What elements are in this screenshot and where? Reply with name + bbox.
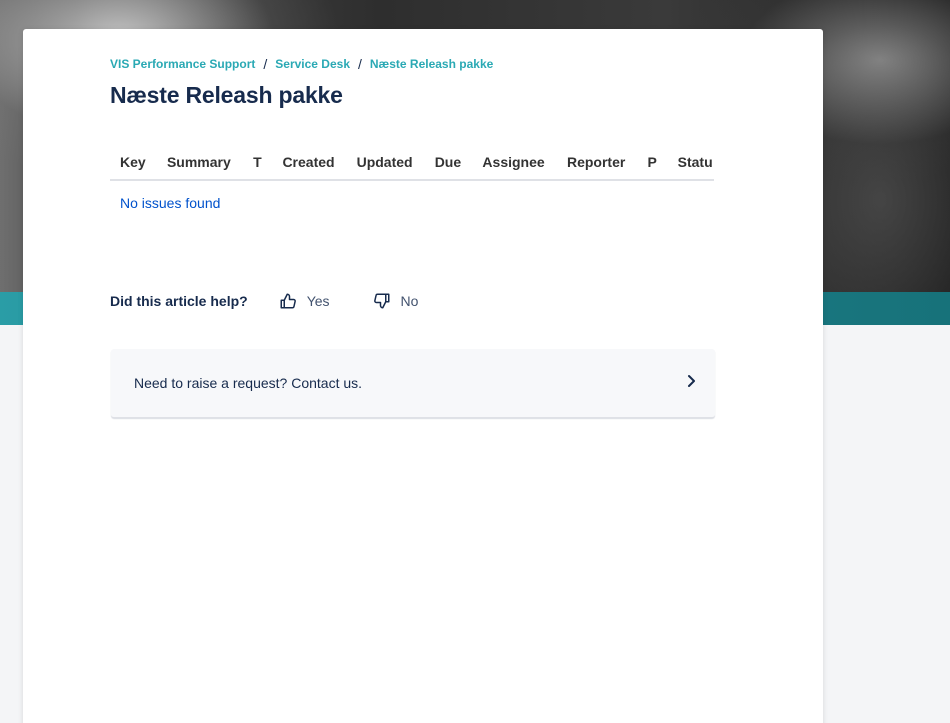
page: VIS Performance Support / Service Desk /… [0, 0, 950, 723]
feedback-no-button[interactable]: No [372, 291, 419, 311]
column-header-type[interactable]: T [243, 147, 273, 181]
thumbs-down-icon [372, 291, 392, 311]
no-issues-message: No issues found [120, 195, 221, 211]
column-header-summary[interactable]: Summary [156, 147, 244, 181]
breadcrumb-separator: / [263, 56, 268, 72]
column-header-status[interactable]: Statu [667, 147, 714, 181]
column-header-assignee[interactable]: Assignee [472, 147, 557, 181]
breadcrumb-item-service-desk[interactable]: Service Desk [275, 57, 350, 71]
issue-table: Key Summary T Created Updated Due Assign… [110, 147, 714, 181]
article-feedback: Did this article help? Yes No [110, 291, 460, 311]
column-header-updated[interactable]: Updated [346, 147, 425, 181]
page-title: Næste Releash pakke [110, 82, 343, 108]
column-header-created[interactable]: Created [272, 147, 347, 181]
contact-us-text: Need to raise a request? Contact us. [134, 375, 363, 391]
column-header-due[interactable]: Due [424, 147, 473, 181]
column-header-reporter[interactable]: Reporter [556, 147, 638, 181]
breadcrumb: VIS Performance Support / Service Desk /… [110, 56, 493, 72]
feedback-no-label: No [400, 293, 419, 309]
breadcrumb-item-help-center[interactable]: VIS Performance Support [110, 57, 255, 71]
issue-table-header-row: Key Summary T Created Updated Due Assign… [110, 147, 714, 181]
feedback-question: Did this article help? [110, 293, 248, 309]
chevron-right-icon [683, 373, 699, 389]
column-header-key[interactable]: Key [110, 147, 157, 181]
article-card: VIS Performance Support / Service Desk /… [23, 29, 823, 723]
thumbs-up-icon [278, 291, 298, 311]
contact-us-panel[interactable]: Need to raise a request? Contact us. [111, 349, 715, 418]
feedback-yes-label: Yes [306, 293, 330, 309]
feedback-yes-button[interactable]: Yes [278, 291, 330, 311]
column-header-priority[interactable]: P [637, 147, 668, 181]
breadcrumb-item-current-page[interactable]: Næste Releash pakke [370, 57, 493, 71]
breadcrumb-separator: / [358, 56, 362, 72]
